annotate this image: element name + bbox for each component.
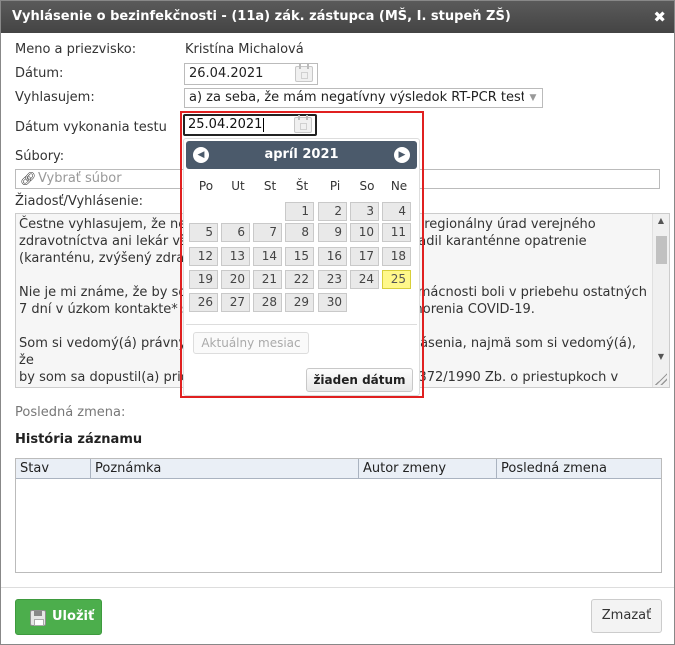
save-button-label: Uložiť (52, 609, 95, 624)
calendar-day[interactable]: 17 (350, 247, 379, 266)
calendar-day[interactable]: 1 (285, 202, 314, 221)
declare-label: Vyhlasujem: (15, 90, 95, 105)
column-note[interactable]: Poznámka (91, 459, 359, 479)
chevron-down-icon[interactable]: ▼ (524, 89, 542, 107)
files-label: Súbory: (15, 149, 65, 164)
calendar-day[interactable]: 12 (189, 247, 218, 266)
calendar-day[interactable]: 30 (318, 293, 347, 312)
calendar-day[interactable]: 14 (253, 247, 282, 266)
declare-selected-value: a) za seba, že mám negatívny výsledok RT… (189, 90, 543, 105)
history-title: História záznamu (15, 432, 143, 447)
calendar-day[interactable]: 29 (285, 293, 314, 312)
weekday-header: Pi (329, 179, 341, 193)
weekday-header: Ne (390, 179, 408, 193)
history-table-header: Stav Poznámka Autor zmeny Posledná zmena (16, 459, 661, 479)
date-picker-divider (186, 324, 417, 325)
date-picker-header: ◀ apríl 2021 ▶ (186, 141, 417, 169)
textarea-scrollbar[interactable]: ▲ ▼ (652, 214, 669, 387)
footer-divider (1, 587, 674, 588)
calendar-day[interactable]: 4 (382, 202, 411, 221)
calendar-day[interactable]: 23 (318, 270, 347, 289)
date-label: Dátum: (15, 66, 64, 81)
column-author[interactable]: Autor zmeny (359, 459, 497, 479)
calendar-icon[interactable] (294, 115, 312, 133)
date-field[interactable]: 26.04.2021 (184, 63, 318, 85)
calendar-day[interactable]: 27 (221, 293, 250, 312)
test-date-label: Dátum vykonania testu (15, 120, 167, 135)
calendar-day[interactable]: 19 (189, 270, 218, 289)
calendar-day[interactable]: 18 (382, 247, 411, 266)
month-label: apríl 2021 (264, 147, 339, 162)
resize-grip-icon[interactable] (655, 373, 667, 385)
calendar-day[interactable]: 5 (189, 223, 218, 242)
history-table: Stav Poznámka Autor zmeny Posledná zmena (15, 458, 662, 573)
calendar-day[interactable]: 20 (221, 270, 250, 289)
save-button[interactable]: Uložiť (15, 599, 102, 635)
calendar-day[interactable]: 9 (318, 223, 347, 242)
calendar-day[interactable]: 2 (318, 202, 347, 221)
weekday-header: Št (295, 179, 309, 193)
delete-button[interactable]: Zmazať (591, 599, 662, 633)
calendar-day[interactable]: 24 (350, 270, 379, 289)
calendar-day[interactable]: 26 (189, 293, 218, 312)
weekday-header: Po (198, 179, 214, 193)
column-last-change[interactable]: Posledná zmena (497, 459, 661, 479)
scroll-up-icon[interactable]: ▲ (653, 214, 669, 228)
no-date-button[interactable]: žiaden dátum (306, 368, 413, 392)
current-month-button[interactable]: Aktuálny mesiac (193, 332, 309, 354)
calendar-day[interactable]: 15 (285, 247, 314, 266)
calendar-day-selected[interactable]: 25 (382, 270, 411, 289)
dialog-titlebar: Vyhlásenie o bezinfekčnosti - (11a) zák.… (1, 1, 674, 33)
prev-month-icon[interactable]: ◀ (193, 147, 209, 163)
dialog-title: Vyhlásenie o bezinfekčnosti - (11a) zák.… (12, 9, 511, 24)
weekday-header: Ut (231, 179, 245, 193)
calendar-day[interactable]: 22 (285, 270, 314, 289)
calendar-day[interactable]: 11 (382, 223, 411, 242)
name-value: Kristína Michalová (185, 42, 304, 57)
calendar-day[interactable]: 10 (350, 223, 379, 242)
test-date-field[interactable]: 25.04.2021 (183, 114, 317, 136)
close-icon[interactable]: ✖ (653, 1, 666, 33)
calendar-icon[interactable] (295, 64, 313, 82)
calendar-day[interactable]: 28 (253, 293, 282, 312)
weekday-header: So (359, 179, 375, 193)
link-icon: 🔗︎ (20, 172, 37, 187)
request-label: Žiadosť/Vyhlásenie: (15, 194, 143, 209)
scroll-down-icon[interactable]: ▼ (653, 350, 669, 364)
calendar-day[interactable]: 21 (253, 270, 282, 289)
name-label: Meno a priezvisko: (15, 42, 137, 57)
calendar-day[interactable]: 6 (221, 223, 250, 242)
last-change-label: Posledná zmena: (15, 405, 126, 420)
date-picker: ◀ apríl 2021 ▶ Aktuálny mesiac žiaden dá… (183, 138, 420, 396)
next-month-icon[interactable]: ▶ (394, 147, 410, 163)
floppy-disk-icon (30, 610, 46, 626)
calendar-day[interactable]: 8 (285, 223, 314, 242)
calendar-day[interactable]: 13 (221, 247, 250, 266)
file-picker-placeholder: Vybrať súbor (38, 171, 122, 186)
calendar-day[interactable]: 7 (253, 223, 282, 242)
date-value: 26.04.2021 (189, 66, 264, 81)
scroll-thumb[interactable] (656, 236, 667, 264)
test-date-value: 25.04.2021 (188, 117, 263, 132)
column-status[interactable]: Stav (16, 459, 91, 479)
weekday-header: St (263, 179, 277, 193)
declare-select[interactable]: a) za seba, že mám negatívny výsledok RT… (184, 88, 543, 108)
calendar-day[interactable]: 16 (318, 247, 347, 266)
text-caret (263, 117, 265, 132)
calendar-day[interactable]: 3 (350, 202, 379, 221)
